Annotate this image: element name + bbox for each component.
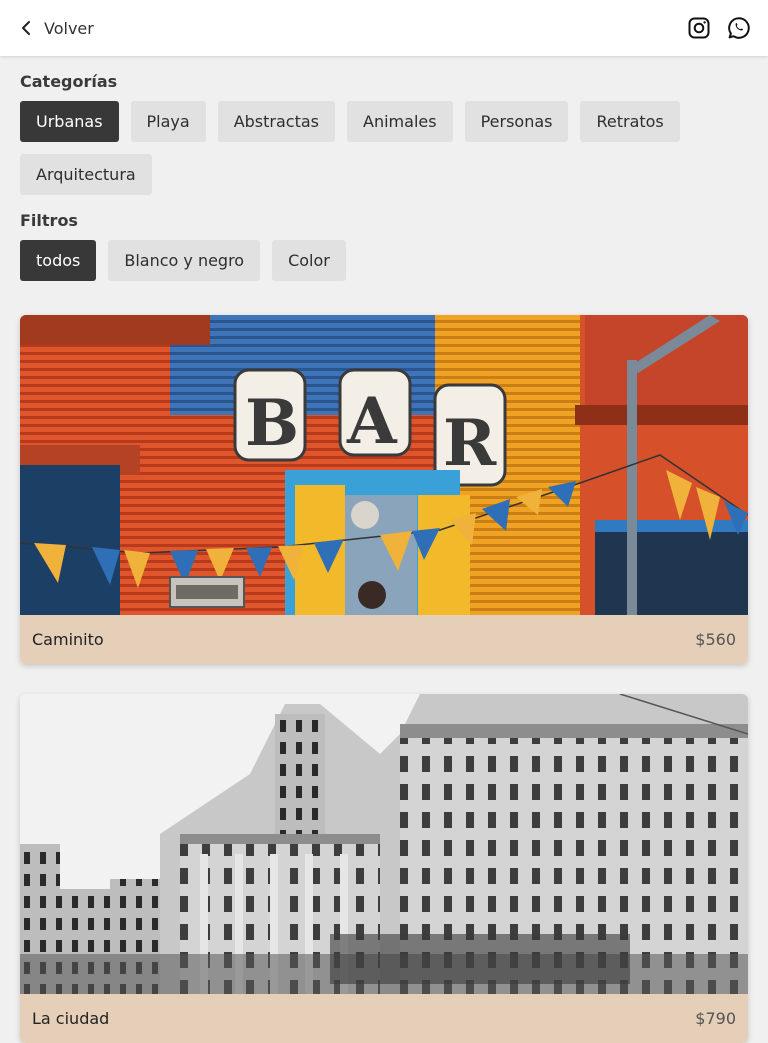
categories-title: Categorías (20, 72, 118, 91)
filter-color[interactable]: Color (272, 240, 346, 281)
filter-chips: todos Blanco y negro Color (20, 240, 710, 281)
chip-urbanas[interactable]: Urbanas (20, 101, 119, 142)
chip-personas[interactable]: Personas (464, 101, 569, 142)
whatsapp-icon[interactable] (726, 15, 752, 41)
photo-price: $790 (695, 1009, 736, 1028)
social-links (686, 15, 752, 41)
photo-card[interactable]: B A R Caminito $560 (20, 315, 748, 664)
photo-caminito: B A R (20, 315, 748, 615)
photo-name: Caminito (32, 630, 104, 649)
card-meta: Caminito $560 (20, 615, 748, 664)
chip-animales[interactable]: Animales (347, 101, 453, 142)
main-content: Categorías Urbanas Playa Abstractas Anim… (20, 56, 748, 281)
photo-name: La ciudad (32, 1009, 110, 1028)
svg-text:B: B (245, 386, 299, 461)
chip-retratos[interactable]: Retratos (580, 101, 680, 142)
filter-todos[interactable]: todos (20, 240, 97, 281)
photo-la-ciudad (20, 694, 748, 994)
filters-title: Filtros (20, 211, 78, 230)
top-bar: Volver (0, 0, 768, 56)
svg-text:A: A (346, 384, 398, 459)
instagram-icon[interactable] (686, 15, 712, 41)
category-chips: Urbanas Playa Abstractas Animales Person… (20, 101, 710, 195)
chevron-left-icon (22, 21, 30, 35)
svg-text:R: R (443, 406, 497, 481)
photo-price: $560 (695, 630, 736, 649)
chip-playa[interactable]: Playa (130, 101, 206, 142)
back-label: Volver (44, 18, 94, 38)
chip-arquitectura[interactable]: Arquitectura (20, 154, 152, 195)
card-meta: La ciudad $790 (20, 994, 748, 1043)
filter-blanco-y-negro[interactable]: Blanco y negro (108, 240, 261, 281)
photo-card[interactable]: La ciudad $790 (20, 694, 748, 1043)
back-button[interactable]: Volver (18, 19, 94, 38)
chip-abstractas[interactable]: Abstractas (217, 101, 336, 142)
